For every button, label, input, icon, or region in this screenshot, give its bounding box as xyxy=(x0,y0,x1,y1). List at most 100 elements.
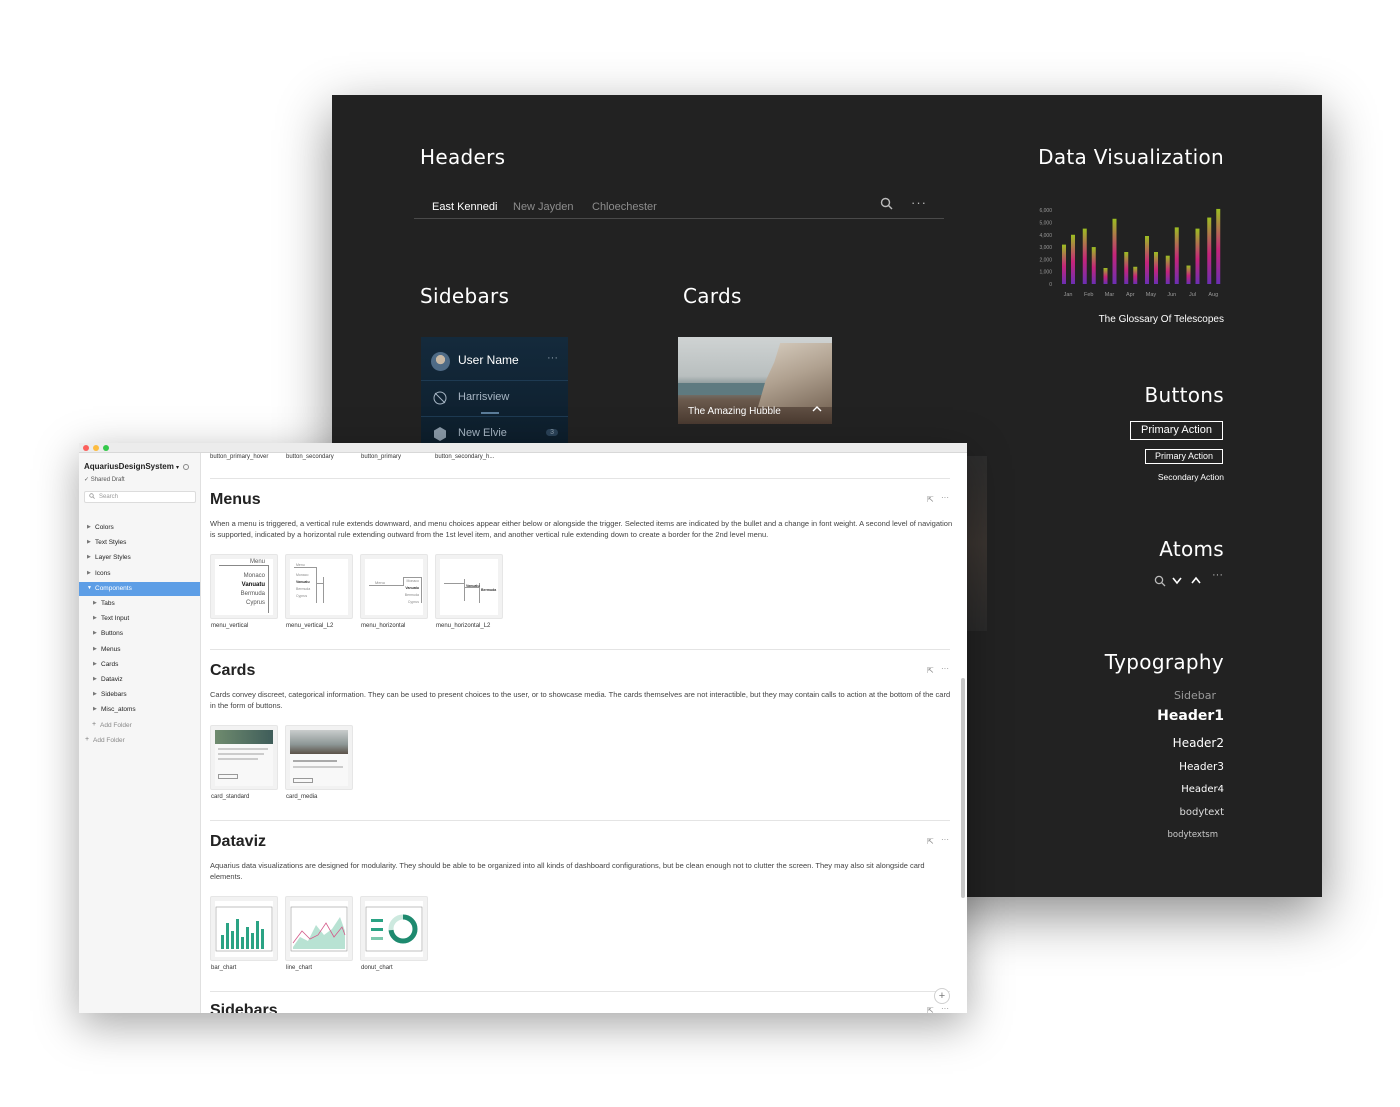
search-input[interactable]: Search xyxy=(84,491,196,503)
close-window-button[interactable] xyxy=(83,445,89,451)
symbol-label[interactable]: button_secondary xyxy=(286,454,334,460)
add-button[interactable]: + xyxy=(934,988,950,1004)
disclosure-closed-icon[interactable]: ▶ xyxy=(93,646,97,652)
menu-vertical-thumb[interactable]: Menu Monaco Vanuatu Bermuda Cyprus xyxy=(210,554,278,619)
sidebar-user-row[interactable]: User Name ··· xyxy=(421,343,568,381)
sidebar-item-new-elvie[interactable]: New Elvie 3 xyxy=(421,417,568,443)
open-external-icon[interactable]: ⇱ xyxy=(927,495,934,504)
more-icon[interactable]: ··· xyxy=(941,835,949,844)
more-icon[interactable]: ··· xyxy=(547,352,558,364)
hexagon-icon xyxy=(434,427,446,441)
symbol-label[interactable]: button_primary xyxy=(361,454,401,460)
rule xyxy=(268,565,269,613)
folder-label: Cards xyxy=(101,660,119,668)
thumb-label: card_media xyxy=(286,794,318,800)
menu-item: Monaco xyxy=(296,573,309,577)
primary-action-button-small[interactable]: Primary Action xyxy=(1145,449,1223,464)
disclosure-closed-icon[interactable]: ▶ xyxy=(93,691,97,697)
info-icon[interactable] xyxy=(183,463,190,470)
plus-icon: + xyxy=(92,720,97,728)
folder-colors[interactable]: ▶ Colors xyxy=(79,521,200,535)
search-icon[interactable] xyxy=(1154,575,1166,587)
secondary-action-button[interactable]: Secondary Action xyxy=(1158,472,1224,482)
rule xyxy=(369,585,403,586)
chevron-down-icon[interactable]: ▾ xyxy=(176,465,179,471)
thumb-preview xyxy=(215,730,273,786)
check-icon: ✓ xyxy=(84,477,91,483)
y-tick-label: 2,000 xyxy=(1039,257,1052,263)
folder-dataviz[interactable]: ▶ Dataviz xyxy=(79,673,200,687)
disclosure-closed-icon[interactable]: ▶ xyxy=(87,524,91,530)
folder-buttons[interactable]: ▶ Buttons xyxy=(79,627,200,641)
folder-components[interactable]: ▼ Components xyxy=(79,581,200,596)
folder-text-styles[interactable]: ▶ Text Styles xyxy=(79,536,200,550)
add-folder-button[interactable]: + Add Folder xyxy=(79,719,200,733)
primary-action-button-large[interactable]: Primary Action xyxy=(1130,421,1223,440)
atoms-row: ··· xyxy=(1154,569,1228,588)
folder-icons[interactable]: ▶ Icons xyxy=(79,567,200,581)
sea-shape xyxy=(678,383,768,395)
more-icon[interactable]: ··· xyxy=(941,664,949,673)
folder-tabs[interactable]: ▶ Tabs xyxy=(79,597,200,611)
search-icon[interactable] xyxy=(880,197,893,213)
tab-chloechester[interactable]: Chloechester xyxy=(592,201,657,213)
disclosure-closed-icon[interactable]: ▶ xyxy=(87,539,91,545)
chevron-up-icon[interactable] xyxy=(812,403,822,415)
bar-jun-2 xyxy=(1174,227,1179,284)
symbol-label[interactable]: button_primary_hover xyxy=(210,454,268,460)
more-icon[interactable]: ··· xyxy=(911,195,927,210)
more-icon[interactable]: ··· xyxy=(941,493,949,502)
library-title[interactable]: AquariusDesignSystem ▾ xyxy=(84,462,190,471)
chevron-down-icon[interactable] xyxy=(1172,577,1182,585)
cards-title: Cards xyxy=(683,284,742,308)
folder-misc-atoms[interactable]: ▶ Misc_atoms xyxy=(79,703,200,717)
disclosure-closed-icon[interactable]: ▶ xyxy=(93,630,97,636)
folder-menus[interactable]: ▶ Menus xyxy=(79,643,200,657)
card-media-thumb[interactable] xyxy=(285,725,353,790)
open-external-icon[interactable]: ⇱ xyxy=(927,837,934,846)
sidebar-item-harrisview[interactable]: Harrisview xyxy=(421,381,568,417)
more-icon[interactable]: ··· xyxy=(1212,569,1223,581)
disclosure-closed-icon[interactable]: ▶ xyxy=(93,676,97,682)
dataviz-title: Dataviz xyxy=(210,833,267,850)
bar-chart-thumb[interactable] xyxy=(210,896,278,961)
disclosure-closed-icon[interactable]: ▶ xyxy=(93,600,97,606)
symbol-label[interactable]: button_secondary_h... xyxy=(435,454,494,460)
bar-aug-2 xyxy=(1216,208,1221,284)
disclosure-closed-icon[interactable]: ▶ xyxy=(93,706,97,712)
folder-cards[interactable]: ▶ Cards xyxy=(79,658,200,672)
x-tick-label: Jan xyxy=(1064,292,1073,298)
disclosure-closed-icon[interactable]: ▶ xyxy=(87,554,91,560)
disclosure-closed-icon[interactable]: ▶ xyxy=(93,615,97,621)
add-folder-label: Add Folder xyxy=(100,721,132,729)
open-external-icon[interactable]: ⇱ xyxy=(927,666,934,675)
rule xyxy=(444,583,464,584)
more-icon[interactable]: ··· xyxy=(941,1004,949,1013)
disclosure-open-icon[interactable]: ▼ xyxy=(87,585,92,591)
disclosure-closed-icon[interactable]: ▶ xyxy=(93,661,97,667)
x-tick-label: Apr xyxy=(1126,292,1135,298)
minimize-window-button[interactable] xyxy=(93,445,99,451)
background-image-edge xyxy=(964,456,987,631)
folder-sidebars[interactable]: ▶ Sidebars xyxy=(79,688,200,702)
line-chart-thumb[interactable] xyxy=(285,896,353,961)
card-standard-thumb[interactable] xyxy=(210,725,278,790)
zoom-window-button[interactable] xyxy=(103,445,109,451)
menu-item: Monaco xyxy=(406,579,419,583)
disclosure-closed-icon[interactable]: ▶ xyxy=(87,570,91,576)
rule xyxy=(294,567,316,568)
menu-vertical-l2-thumb[interactable]: Menu Monaco Vanuatu Bermuda Cyprus xyxy=(285,554,353,619)
donut-chart-thumb[interactable] xyxy=(360,896,428,961)
folder-layer-styles[interactable]: ▶ Layer Styles xyxy=(79,551,200,565)
tab-east-kennedi[interactable]: East Kennedi xyxy=(432,201,497,213)
folder-label: Text Input xyxy=(101,615,130,623)
menu-horizontal-l2-thumb[interactable]: Vanuatu Bermuda xyxy=(435,554,503,619)
folder-text-input[interactable]: ▶ Text Input xyxy=(79,612,200,626)
menu-horizontal-thumb[interactable]: Menu Monaco Vanuatu Bermuda Cyprus xyxy=(360,554,428,619)
vertical-scrollbar[interactable] xyxy=(961,678,965,898)
chevron-up-icon[interactable] xyxy=(1191,576,1201,584)
add-folder-button[interactable]: + Add Folder xyxy=(79,734,200,748)
tab-new-jayden[interactable]: New Jayden xyxy=(513,201,574,213)
open-external-icon[interactable]: ⇱ xyxy=(927,1006,934,1013)
thumb-label: donut_chart xyxy=(361,965,393,971)
